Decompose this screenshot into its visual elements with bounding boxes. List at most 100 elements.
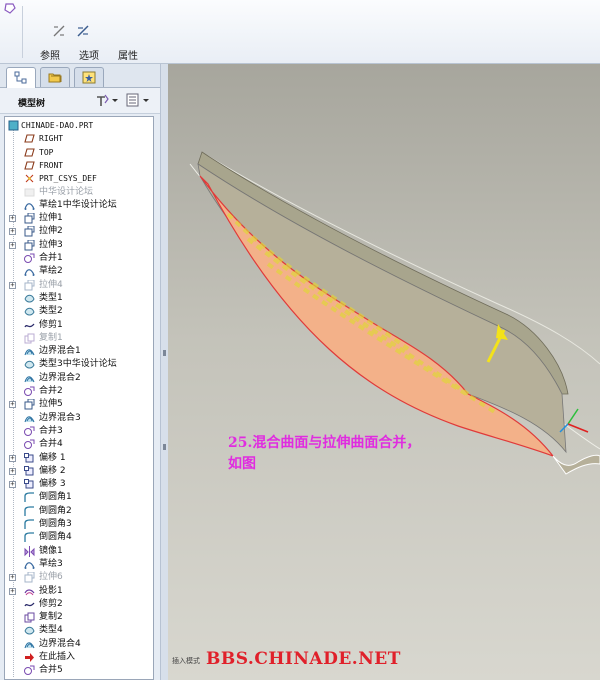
tree-item[interactable]: + 偏移 1 (5, 452, 153, 465)
expand-toggle-icon[interactable]: + (9, 228, 16, 236)
extrude-icon (24, 399, 35, 410)
tree-item[interactable]: 草绘3 (5, 558, 153, 571)
datum-plane-icon (24, 161, 35, 170)
tree-item[interactable]: 类型4 (5, 624, 153, 637)
round-icon (24, 532, 34, 543)
tree-item[interactable]: 在此插入 (5, 651, 153, 664)
tree-item[interactable]: 边界混合1 (5, 345, 153, 358)
tree-item-label: 在此插入 (39, 652, 76, 662)
model-tree: CHINADE-DAO.PRT RIGHT TOP FRONT PRT_CSYS_DEF… (4, 116, 154, 680)
tree-item[interactable]: PRT_CSYS_DEF (5, 172, 153, 185)
tree-item[interactable]: 复制2 (5, 611, 153, 624)
tree-item[interactable]: + 拉伸2 (5, 225, 153, 238)
tree-item[interactable]: 类型3中华设计论坛 (5, 358, 153, 371)
tree-item[interactable]: + 投影1 (5, 585, 153, 598)
tree-item[interactable]: TOP (5, 146, 153, 159)
tree-display-button[interactable] (126, 93, 150, 107)
tree-item-label: 拉伸2 (39, 226, 63, 237)
mirror-icon (24, 545, 35, 557)
folder-browser-tab[interactable] (40, 67, 70, 87)
tree-display-icon (126, 93, 149, 107)
copy-icon (24, 333, 35, 344)
offset-icon (24, 452, 34, 462)
tree-item[interactable]: 合并3 (5, 425, 153, 438)
expand-toggle-icon[interactable]: + (9, 454, 16, 462)
model-tree-tab[interactable] (6, 67, 36, 88)
tree-settings-button[interactable] (96, 93, 120, 107)
ribbon-label-properties: 属性 (118, 51, 138, 62)
favorites-tab[interactable] (74, 67, 104, 87)
tree-item-label: 合并4 (39, 439, 63, 450)
tree-item[interactable]: 倒圆角3 (5, 518, 153, 531)
expand-toggle-icon[interactable]: + (9, 467, 16, 475)
expand-toggle-icon[interactable]: + (9, 241, 16, 249)
tree-item[interactable]: + 拉伸3 (5, 239, 153, 252)
tree-item-label: 合并3 (39, 425, 63, 436)
tree-item[interactable]: 合并1 (5, 252, 153, 265)
round-icon (24, 519, 34, 529)
expand-toggle-icon[interactable]: + (9, 574, 16, 582)
expand-toggle-icon[interactable]: + (9, 401, 16, 409)
expand-toggle-icon[interactable]: + (9, 481, 16, 489)
tree-item-label: 倒圆角1 (39, 492, 72, 503)
favorites-icon (82, 71, 96, 84)
tree-root-item[interactable]: CHINADE-DAO.PRT (5, 119, 153, 132)
tree-item[interactable]: + 拉伸6 (5, 571, 153, 584)
tree-item[interactable]: 合并4 (5, 438, 153, 451)
expand-toggle-icon[interactable]: + (9, 587, 16, 595)
copy-icon (24, 612, 35, 623)
tree-item-label: 边界混合1 (39, 346, 81, 357)
tree-item[interactable]: 倒圆角1 (5, 491, 153, 504)
boundary-blend-icon (24, 641, 35, 648)
tree-item[interactable]: + 拉伸1 (5, 212, 153, 225)
tree-item[interactable]: 草绘2 (5, 265, 153, 278)
tree-item[interactable]: 复制1 (5, 332, 153, 345)
tree-item[interactable]: 倒圆角4 (5, 531, 153, 544)
tree-item[interactable]: 草绘1中华设计论坛 (5, 199, 153, 212)
tree-item-label: 倒圆角2 (39, 505, 72, 516)
insert-here-icon (25, 653, 34, 662)
tree-item[interactable]: 类型2 (5, 305, 153, 318)
tree-item[interactable]: + 偏移 2 (5, 465, 153, 478)
tree-item[interactable]: + 偏移 3 (5, 478, 153, 491)
tree-item-label: FRONT (39, 160, 64, 170)
blade-side-face (197, 163, 567, 454)
datum-plane-icon (24, 134, 35, 143)
tree-item[interactable]: FRONT (5, 159, 153, 172)
tree-item-label: 边界混合2 (39, 372, 81, 383)
tree-item[interactable]: 修剪2 (5, 598, 153, 611)
tree-item-label: CHINADE-DAO.PRT (21, 121, 94, 130)
panel-splitter[interactable] (160, 64, 168, 680)
app-menu-icon[interactable] (3, 2, 17, 16)
tree-item-label: 修剪2 (39, 598, 63, 609)
tutorial-caption: 25.混合曲面与拉伸曲面合并， 如图 (228, 435, 421, 472)
tree-item[interactable]: 修剪1 (5, 319, 153, 332)
sketch-icon (24, 269, 35, 277)
tree-item[interactable]: 边界混合3 (5, 412, 153, 425)
tree-item[interactable]: 中华设计论坛 (5, 186, 153, 199)
sketch-icon (24, 202, 35, 210)
tree-item-label: 类型3中华设计论坛 (39, 359, 117, 370)
expand-toggle-icon[interactable]: + (9, 281, 16, 289)
tree-item[interactable]: 倒圆角2 (5, 505, 153, 518)
tree-item-label: 类型2 (39, 306, 63, 317)
tree-item-label: 拉伸6 (39, 572, 63, 583)
datum-plane-icon (24, 148, 35, 157)
tree-item-label: 倒圆角4 (39, 532, 72, 543)
sketch-icon (24, 562, 35, 569)
style-icon (24, 307, 35, 316)
tree-item[interactable]: 合并2 (5, 385, 153, 398)
tree-item-label: TOP (39, 147, 54, 157)
expand-toggle-icon[interactable]: + (9, 215, 16, 223)
tree-item[interactable]: + 拉伸4 (5, 279, 153, 292)
tree-item[interactable]: 合并5 (5, 664, 153, 677)
graphics-viewport[interactable]: 25.混合曲面与拉伸曲面合并， 如图 插入模式 BBS.CHINADE.NET (168, 64, 600, 680)
tree-item[interactable]: 镜像1 (5, 545, 153, 558)
tree-item[interactable]: 类型1 (5, 292, 153, 305)
tree-item[interactable]: RIGHT (5, 132, 153, 145)
tree-item[interactable]: 边界混合2 (5, 372, 153, 385)
tree-item[interactable]: + 拉伸5 (5, 398, 153, 411)
extrude-icon (24, 226, 35, 237)
tree-item[interactable]: 边界混合4 (5, 638, 153, 651)
tree-item-label: 类型4 (39, 625, 63, 636)
